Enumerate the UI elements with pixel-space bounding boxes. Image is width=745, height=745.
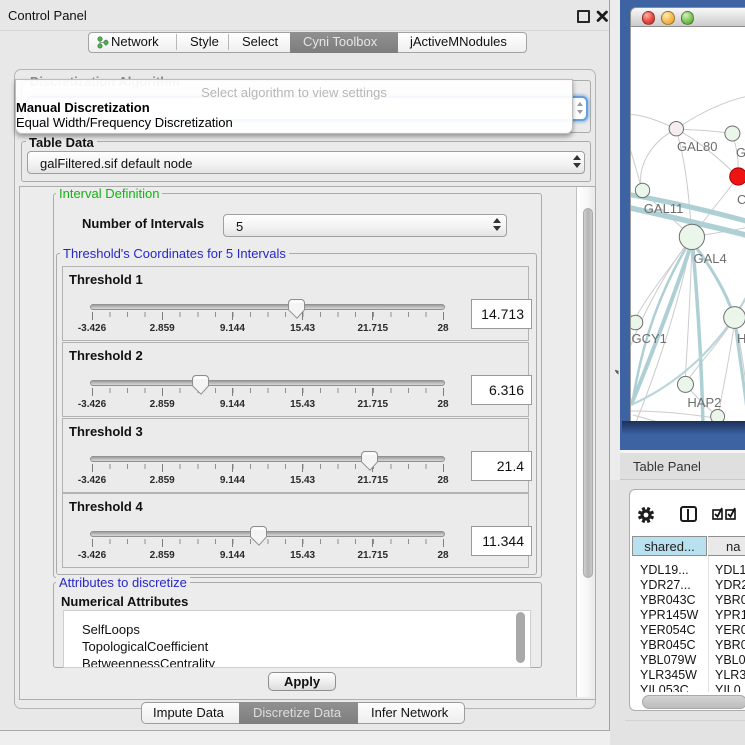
svg-text:G.: G. (736, 145, 745, 160)
svg-text:H: H (737, 331, 745, 346)
svg-text:HAP2: HAP2 (687, 395, 721, 410)
svg-text:C: C (737, 192, 745, 207)
svg-text:GAL11: GAL11 (644, 201, 684, 216)
svg-text:GAL80: GAL80 (677, 139, 717, 154)
svg-text:GAL4: GAL4 (694, 251, 727, 266)
svg-text:GCY1: GCY1 (632, 331, 667, 346)
